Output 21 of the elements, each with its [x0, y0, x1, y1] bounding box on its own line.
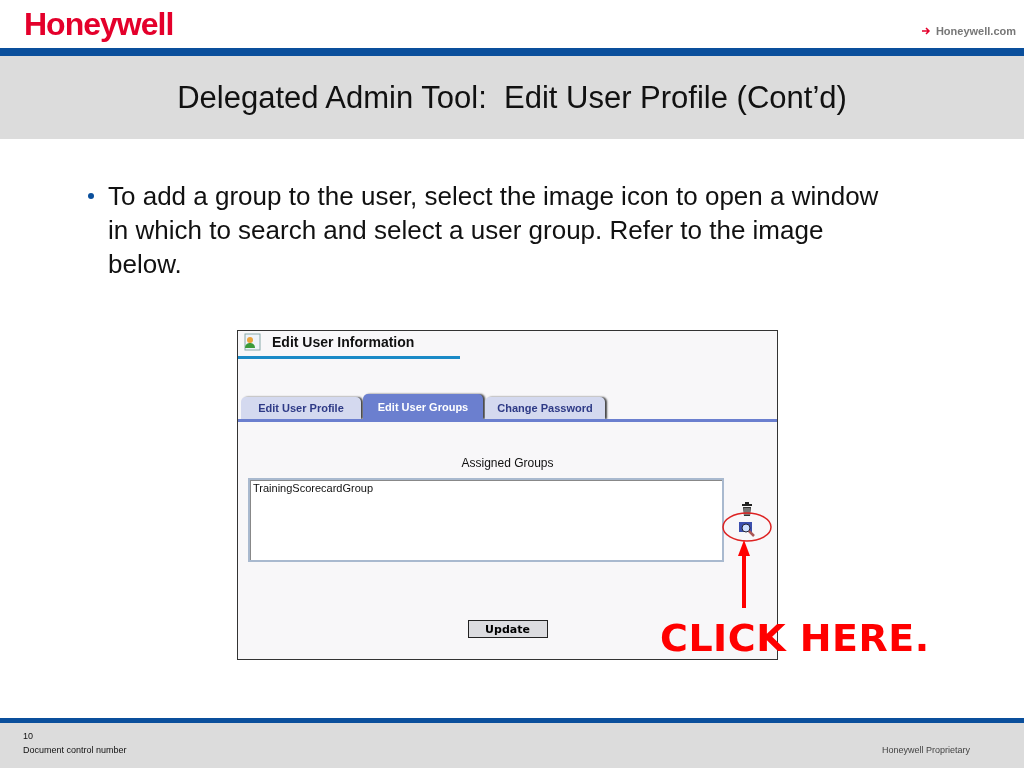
tab[interactable]: Edit User Profile: [241, 397, 361, 419]
tab[interactable]: Change Password: [485, 397, 605, 419]
search-icon[interactable]: [738, 520, 756, 538]
website-link[interactable]: Honeywell.com: [935, 25, 1016, 37]
list-label: Assigned Groups: [460, 456, 555, 470]
page-number: 10: [23, 731, 34, 741]
logo: Honeywell: [24, 6, 174, 43]
slide-title: Delegated Admin Tool: Edit User Profile (Cont’d): [177, 79, 847, 116]
highlight-ellipse: [721, 511, 773, 543]
document-number: Document control number: [23, 745, 127, 755]
panel-title: Edit User Information: [272, 334, 415, 350]
trash-icon[interactable]: [741, 502, 753, 516]
update-button[interactable]: Update: [467, 620, 548, 638]
bullet-text: To add a group to the user, select the image icon to open a window in which to search and select a user group. Refer to the image below.: [108, 180, 880, 281]
classification-label: Honeywell Proprietary: [881, 745, 970, 757]
tab[interactable]: Edit User Groups: [363, 394, 483, 419]
list-item[interactable]: TrainingScorecardGroup: [253, 482, 719, 494]
arrow-icon: [921, 27, 931, 35]
group-list[interactable]: TrainingScorecardGroup: [248, 478, 724, 562]
bullet-icon: [88, 193, 94, 199]
arrow-icon: [738, 540, 750, 608]
